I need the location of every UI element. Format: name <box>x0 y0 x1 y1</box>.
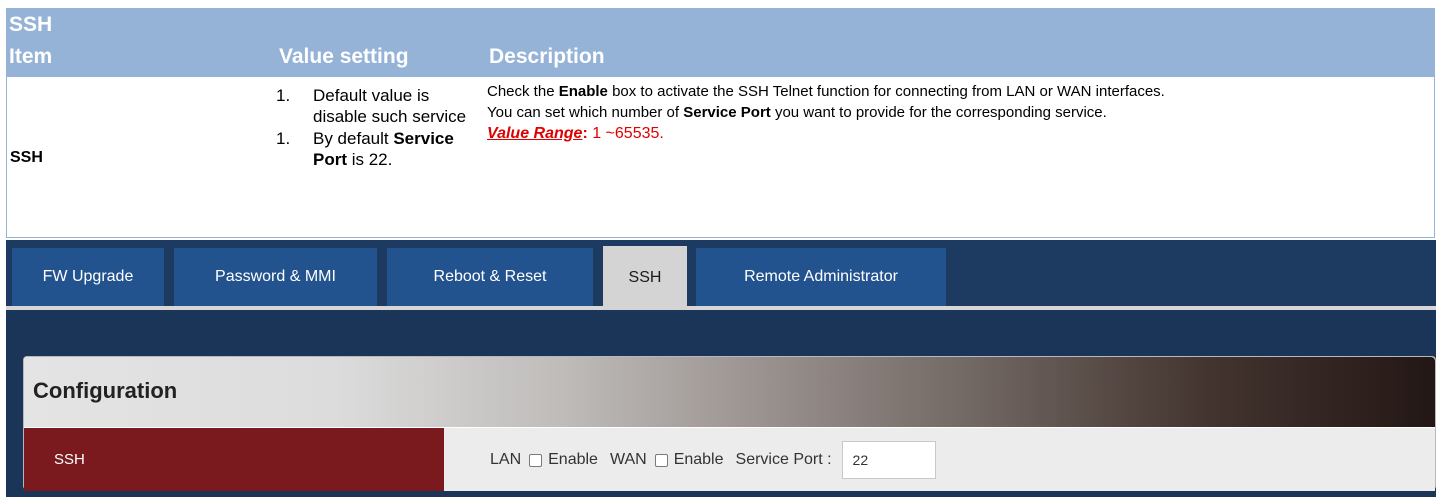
list-text: By default <box>313 129 394 148</box>
ssh-config-row: SSH LAN Enable WAN Enable Service Port : <box>24 428 1435 491</box>
wan-enable-checkbox[interactable] <box>654 454 668 467</box>
wan-label: WAN <box>609 450 647 468</box>
tab-password-mmi[interactable]: Password & MMI <box>174 248 377 306</box>
desc-text: Check the <box>487 83 559 100</box>
doc-item-name: SSH <box>10 148 43 166</box>
configuration-panel: Configuration SSH LAN Enable WAN Enable … <box>23 356 1436 491</box>
desc-text: You can set which number of <box>487 104 684 121</box>
doc-description: Check the Enable box to activate the SSH… <box>487 81 1432 144</box>
lan-enable-checkbox[interactable] <box>529 454 543 467</box>
value-range-value: 1 ~65535. <box>587 125 664 142</box>
tab-ssh[interactable]: SSH <box>603 246 687 310</box>
ssh-row-label: SSH <box>24 428 444 491</box>
doc-section-title: SSH <box>9 13 53 36</box>
desc-bold: Enable <box>558 83 608 100</box>
desc-line: Check the Enable box to activate the SSH… <box>487 81 1432 102</box>
wan-enable-label: Enable <box>673 450 724 468</box>
doc-row-ssh: SSH 1. Default value is disable such ser… <box>6 77 1435 238</box>
doc-value-setting: 1. Default value is disable such service… <box>269 85 479 171</box>
value-range-label: Value Range <box>487 125 583 142</box>
lan-label: LAN <box>490 450 522 468</box>
ssh-row-fields: LAN Enable WAN Enable Service Port : <box>444 428 1435 491</box>
tab-remote-administrator[interactable]: Remote Administrator <box>696 248 946 306</box>
header-value-setting: Value setting <box>279 45 409 68</box>
configuration-header: Configuration <box>24 357 1435 427</box>
service-port-label: Service Port : <box>735 450 832 468</box>
tab-bar: FW Upgrade Password & MMI Reboot & Reset… <box>6 240 1436 310</box>
tab-reboot-reset[interactable]: Reboot & Reset <box>387 248 593 306</box>
service-port-input[interactable] <box>841 440 936 479</box>
desc-bold: Service Port <box>683 104 771 121</box>
lan-enable-label: Enable <box>548 450 598 468</box>
header-item: Item <box>9 45 53 68</box>
desc-line: You can set which number of Service Port… <box>487 102 1432 123</box>
configuration-title: Configuration <box>33 378 178 403</box>
tab-fw-upgrade[interactable]: FW Upgrade <box>12 248 164 306</box>
list-text: Default value is disable such service <box>313 86 467 126</box>
value-range: Value Range: 1 ~65535. <box>487 123 1432 144</box>
list-number: 1. <box>276 129 291 148</box>
doc-table-header: SSH Item Value setting Description <box>6 8 1435 77</box>
value-list-item: 1. By default Service Port is 22. <box>269 128 479 170</box>
header-description: Description <box>489 45 605 68</box>
doc-table: SSH Item Value setting Description SSH 1… <box>6 8 1435 238</box>
list-number: 1. <box>276 86 291 105</box>
value-list-item: 1. Default value is disable such service <box>269 85 479 127</box>
list-text: is 22. <box>347 150 393 169</box>
desc-text: you want to provide for the correspondin… <box>770 104 1107 121</box>
desc-text: box to activate the SSH Telnet function … <box>607 83 1165 100</box>
